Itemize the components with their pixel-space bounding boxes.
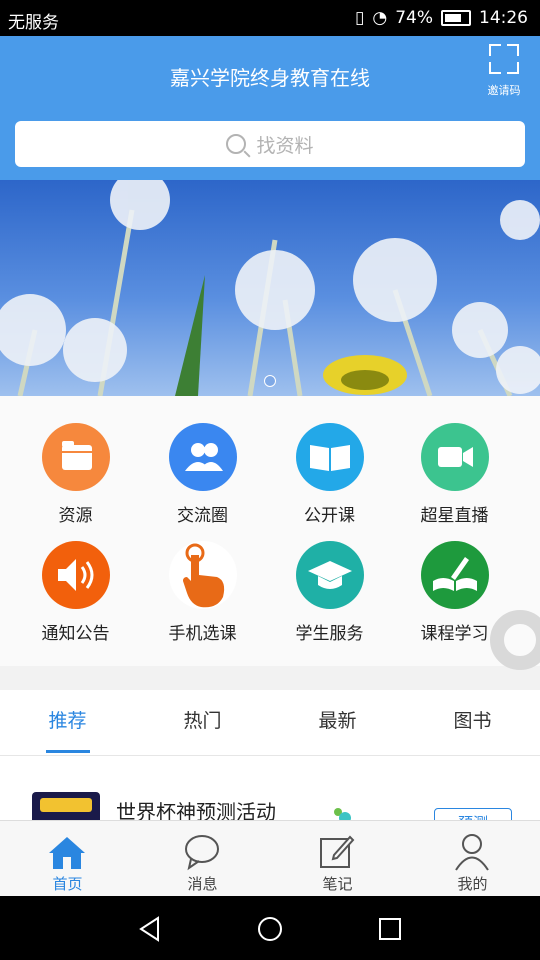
- grid-label: 超星直播: [420, 506, 489, 526]
- grid-label: 手机选课: [168, 624, 237, 644]
- scan-frame-icon: [489, 44, 519, 74]
- hand-tap-icon: [168, 541, 237, 609]
- nav-home[interactable]: 首页: [0, 821, 135, 897]
- grid-item-course-select[interactable]: 手机选课: [135, 541, 270, 644]
- function-grid: 资源 交流圈 公开课 超星直播 通知公告 手机选课 学生服务 课程学习: [0, 396, 540, 670]
- user-icon: [455, 834, 489, 871]
- grid-item-notice[interactable]: 通知公告: [8, 541, 143, 644]
- grid-item-community[interactable]: 交流圈: [135, 423, 270, 526]
- open-book-pen-icon: [420, 541, 489, 609]
- carousel-indicator[interactable]: [264, 375, 276, 387]
- grid-label: 公开课: [304, 506, 355, 526]
- grid-item-live[interactable]: 超星直播: [387, 423, 522, 526]
- nav-label: 笔记: [322, 875, 353, 893]
- people-icon: [168, 423, 237, 491]
- tab-latest[interactable]: 最新: [270, 690, 405, 755]
- tab-recommend[interactable]: 推荐: [0, 690, 135, 755]
- tab-label: 最新: [318, 710, 357, 732]
- list-item-title: 世界杯神预测活动: [116, 800, 276, 820]
- predict-button[interactable]: 预测: [434, 808, 512, 820]
- list-item[interactable]: 世界杯神预测活动 预测: [0, 790, 540, 820]
- thumbnail-banner: [40, 798, 92, 812]
- active-tab-indicator: [46, 750, 90, 753]
- search-placeholder: 找资料: [256, 134, 314, 157]
- nav-profile[interactable]: 我的: [405, 821, 540, 897]
- system-navigation-bar: [0, 896, 540, 960]
- status-bar: 无服务 ▯ ◔ 74% 14:26: [0, 0, 540, 36]
- book-icon: [295, 423, 364, 491]
- page-title: 嘉兴学院终身教育在线: [170, 66, 370, 90]
- list-item-thumbnail: [32, 792, 100, 820]
- search-input[interactable]: 找资料: [15, 121, 525, 167]
- tab-label: 热门: [183, 710, 222, 732]
- invite-code-button[interactable]: 邀请码: [482, 44, 526, 98]
- grid-label: 交流圈: [177, 506, 228, 526]
- banner-carousel[interactable]: [0, 180, 540, 396]
- battery-icon: [441, 10, 471, 26]
- leaf-icon: [332, 804, 354, 820]
- battery-percent: 74%: [395, 8, 433, 28]
- carrier-text: 无服务: [8, 13, 59, 33]
- back-icon[interactable]: [138, 916, 162, 942]
- floating-assist-button[interactable]: [490, 610, 540, 670]
- chat-bubble-icon: [185, 835, 219, 871]
- search-icon: [226, 134, 247, 154]
- bottom-navigation: 首页 消息 笔记 我的: [0, 820, 540, 897]
- nav-notes[interactable]: 笔记: [270, 821, 405, 897]
- grid-label: 学生服务: [295, 624, 364, 644]
- folder-icon: [41, 423, 110, 491]
- nav-label: 消息: [187, 875, 218, 893]
- grid-label: 资源: [58, 506, 93, 526]
- grid-item-resources[interactable]: 资源: [8, 423, 143, 526]
- invite-code-label: 邀请码: [487, 84, 521, 97]
- tab-label: 图书: [453, 710, 492, 732]
- tab-hot[interactable]: 热门: [135, 690, 270, 755]
- wifi-icon: ◔: [372, 8, 388, 28]
- nav-label: 首页: [52, 875, 83, 893]
- grid-item-open-course[interactable]: 公开课: [262, 423, 397, 526]
- home-icon: [49, 837, 85, 869]
- nav-messages[interactable]: 消息: [135, 821, 270, 897]
- app-header: 嘉兴学院终身教育在线 邀请码 找资料: [0, 36, 540, 180]
- tab-books[interactable]: 图书: [405, 690, 540, 755]
- grid-item-student-service[interactable]: 学生服务: [262, 541, 397, 644]
- speaker-icon: [41, 541, 110, 609]
- home-circle-icon[interactable]: [257, 916, 283, 942]
- note-edit-icon: [320, 835, 355, 868]
- content-tabs: 推荐 热门 最新 图书: [0, 690, 540, 756]
- graduation-cap-icon: [295, 541, 364, 609]
- recent-apps-icon[interactable]: [378, 917, 402, 941]
- banner-image: [0, 180, 540, 396]
- tab-label: 推荐: [48, 710, 87, 732]
- nav-label: 我的: [457, 875, 488, 893]
- video-camera-icon: [420, 423, 489, 491]
- vibrate-icon: ▯: [355, 8, 365, 28]
- content-list: 世界杯神预测活动 预测: [0, 756, 540, 820]
- clock: 14:26: [479, 8, 528, 28]
- grid-label: 通知公告: [41, 624, 110, 644]
